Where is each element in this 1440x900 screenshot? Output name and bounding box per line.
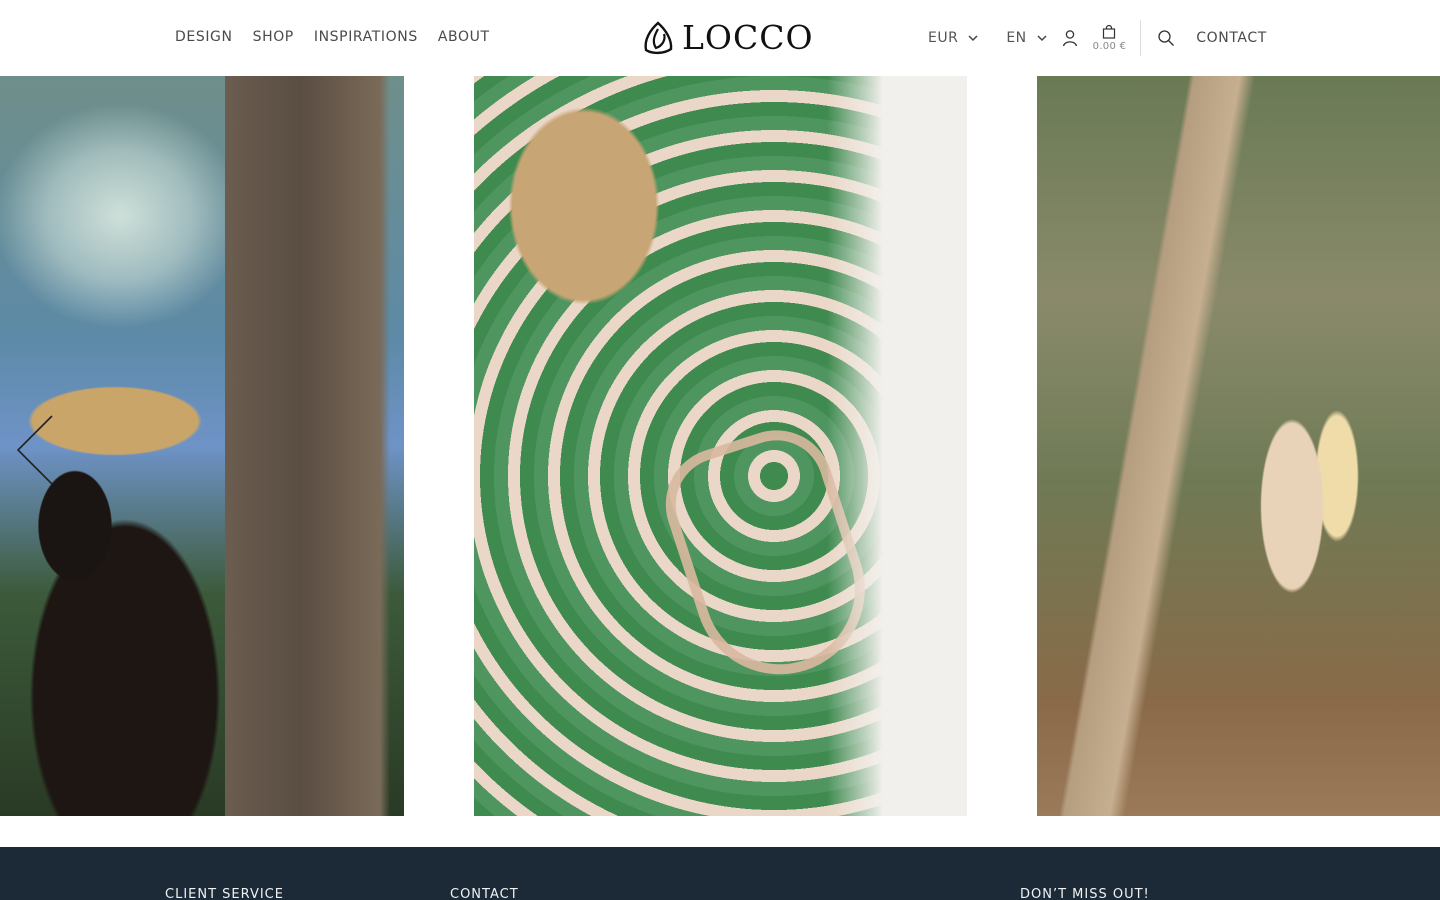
nav-shop[interactable]: SHOP bbox=[253, 29, 294, 45]
site-footer: CLIENT SERVICE CONTACT DON’T MISS OUT! bbox=[0, 847, 1440, 900]
header-utilities: EUR EN 0.00 € CONTACT bbox=[928, 20, 1267, 56]
shopping-bag-icon bbox=[1103, 24, 1116, 39]
main-nav: DESIGN SHOP INSPIRATIONS ABOUT bbox=[175, 29, 490, 45]
site-header: DESIGN SHOP INSPIRATIONS ABOUT LOCCO EUR… bbox=[0, 0, 1440, 76]
header-contact-link[interactable]: CONTACT bbox=[1196, 30, 1267, 46]
currency-select[interactable]: EUR bbox=[928, 30, 978, 46]
nav-about[interactable]: ABOUT bbox=[438, 29, 490, 45]
photo-carousel bbox=[0, 76, 1440, 816]
language-select[interactable]: EN bbox=[1006, 30, 1047, 46]
cart-button[interactable]: 0.00 € bbox=[1092, 24, 1127, 52]
footer-heading-dont-miss-out: DON’T MISS OUT! bbox=[1020, 887, 1150, 900]
user-icon[interactable] bbox=[1061, 29, 1079, 47]
search-icon[interactable] bbox=[1157, 29, 1175, 47]
language-value: EN bbox=[1006, 30, 1027, 46]
chevron-down-icon bbox=[1037, 35, 1047, 42]
footer-heading-contact: CONTACT bbox=[450, 887, 519, 900]
nav-design[interactable]: DESIGN bbox=[175, 29, 233, 45]
chevron-down-icon bbox=[968, 35, 978, 42]
logo-text: LOCCO bbox=[682, 18, 814, 57]
site-logo[interactable]: LOCCO bbox=[640, 20, 814, 56]
locco-logo-mark-icon bbox=[644, 21, 673, 55]
cart-total: 0.00 € bbox=[1092, 40, 1127, 52]
carousel-photo-sandal-closeup[interactable] bbox=[474, 76, 967, 816]
nav-inspirations[interactable]: INSPIRATIONS bbox=[314, 29, 418, 45]
header-divider bbox=[1140, 20, 1142, 56]
wall-background bbox=[827, 76, 967, 816]
carousel-photo-woman-tree[interactable] bbox=[1037, 76, 1440, 816]
chevron-left-icon[interactable] bbox=[14, 414, 56, 486]
carousel-photo-woman-palms[interactable] bbox=[0, 76, 404, 816]
currency-value: EUR bbox=[928, 30, 959, 46]
footer-heading-client-service: CLIENT SERVICE bbox=[165, 887, 284, 900]
